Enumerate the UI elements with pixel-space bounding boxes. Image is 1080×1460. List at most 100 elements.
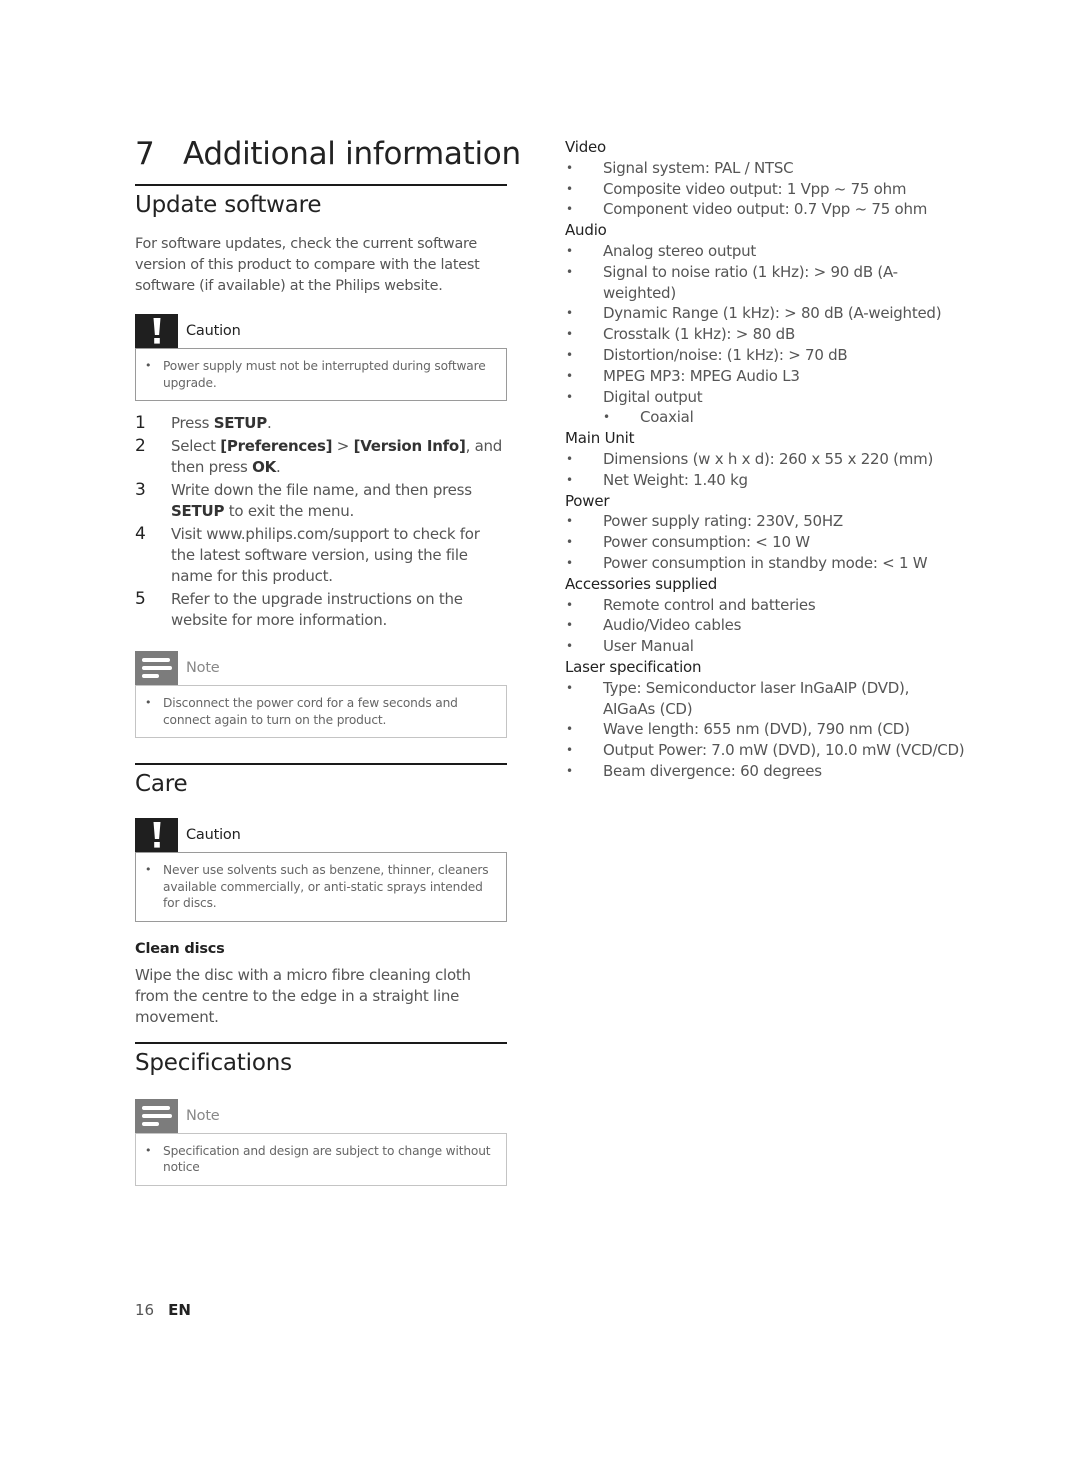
bullet-icon: •: [566, 597, 573, 612]
section-title-update-software: Update software: [135, 192, 322, 218]
note-box-update: Note • Disconnect the power cord for a f…: [135, 651, 507, 738]
spec-item-text: Component video output: 0.7 Vpp ~ 75 ohm: [603, 200, 928, 219]
bullet-icon: •: [145, 359, 152, 372]
section-title-care: Care: [135, 771, 188, 797]
spec-item: • Signal to noise ratio (1 kHz): > 90 dB …: [565, 262, 965, 304]
bullet-icon: •: [566, 618, 573, 633]
spec-item-text: Audio/Video cables: [603, 616, 742, 635]
step-keyword: [Preferences]: [220, 437, 333, 455]
spec-item: • Composite video output: 1 Vpp ~ 75 ohm: [565, 179, 965, 200]
bullet-icon: •: [566, 514, 573, 529]
spec-item-text: Beam divergence: 60 degrees: [603, 761, 822, 780]
bullet-icon: •: [566, 243, 573, 258]
spec-group-title: Video: [565, 138, 607, 156]
spec-item-text: Wave length: 655 nm (DVD), 790 nm (CD): [603, 720, 910, 739]
spec-item-text: Dynamic Range (1 kHz): > 80 dB (A-weight…: [603, 304, 942, 323]
spec-group-title: Main Unit: [565, 429, 635, 448]
step-text-part: Visit www.philips.com/support to check f…: [171, 525, 480, 585]
step-text-part: .: [276, 458, 281, 476]
spec-item-text: Power consumption in standby mode: < 1 W: [603, 553, 928, 572]
note-box-specifications: Note • Specification and design are subj…: [135, 1098, 507, 1186]
step-number: 2: [135, 436, 146, 456]
caution-label: Caution: [186, 827, 241, 843]
step-keyword: [Version Info]: [353, 437, 466, 455]
spec-group-title: Power: [565, 491, 610, 510]
section-divider: [135, 184, 507, 186]
spec-item: • MPEG MP3: MPEG Audio L3: [565, 366, 965, 387]
spec-item-text: Digital output: [603, 387, 703, 406]
step-number: 5: [135, 589, 146, 609]
spec-item-text: Analog stereo output: [603, 241, 757, 260]
spec-item: • Net Weight: 1.40 kg: [565, 470, 965, 491]
section-divider: [135, 1041, 507, 1044]
spec-item: • User Manual: [565, 636, 965, 657]
bullet-icon: •: [566, 535, 573, 550]
bullet-icon: •: [566, 763, 573, 778]
spec-item-text: Output Power: 7.0 mW (DVD), 10.0 mW (VCD…: [603, 741, 965, 760]
exclamation-icon: [135, 314, 178, 348]
step-text-part: Select: [171, 437, 221, 455]
spec-item-text: Type: Semiconductor laser InGaAIP (DVD),…: [603, 678, 910, 718]
step-text-part: >: [332, 437, 354, 455]
step-item: 5 Refer to the upgrade instructions on th…: [135, 589, 507, 631]
spec-item: • Power consumption: < 10 W: [565, 532, 965, 553]
step-keyword: SETUP: [213, 414, 267, 432]
bullet-icon: •: [566, 722, 573, 737]
step-number: 4: [135, 524, 146, 544]
spec-item: • Dynamic Range (1 kHz): > 80 dB (A-weigh…: [565, 303, 965, 324]
page-number: 16: [135, 1301, 155, 1319]
spec-item: • Audio/Video cables: [565, 615, 965, 636]
step-keyword: SETUP: [171, 502, 225, 520]
step-item: 3 Write down the file name, and then pres…: [135, 480, 507, 522]
bullet-icon: •: [566, 181, 573, 196]
note-label: Note: [186, 1107, 220, 1124]
bullet-icon: •: [566, 160, 573, 175]
bullet-icon: •: [566, 555, 573, 570]
note-text: Specification and design are subject to …: [163, 1143, 491, 1175]
bullet-icon: •: [566, 680, 573, 695]
spec-item-text: Signal system: PAL / NTSC: [603, 158, 794, 177]
note-text: Disconnect the power cord for a few seco…: [163, 696, 458, 727]
spec-item: • Wave length: 655 nm (DVD), 790 nm (CD): [565, 719, 965, 740]
bullet-icon: •: [566, 202, 573, 217]
spec-item: • Signal system: PAL / NTSC: [565, 158, 965, 179]
bullet-icon: •: [566, 306, 573, 321]
step-text: Write down the file name, and then press…: [171, 480, 507, 522]
caution-box-care: Caution • Never use solvents such as ben…: [135, 818, 507, 922]
spec-item: • Distortion/noise: (1 kHz): > 70 dB: [565, 345, 965, 366]
bullet-icon: •: [566, 743, 573, 758]
note-lines-icon: [135, 651, 178, 685]
spec-group-title: Laser specification: [565, 657, 702, 676]
spec-item-text: Crosstalk (1 kHz): > 80 dB: [603, 325, 795, 344]
spec-subitem-text: Coaxial: [640, 408, 694, 427]
page-footer: 16 EN: [135, 1301, 191, 1319]
caution-box-update: Caution • Power supply must not be inter…: [135, 314, 507, 401]
step-text-part: .: [266, 414, 272, 432]
bullet-icon: •: [145, 1143, 152, 1157]
spec-item: • Remote control and batteries: [565, 595, 965, 616]
spec-item: • Output Power: 7.0 mW (DVD), 10.0 mW (VC…: [565, 740, 965, 761]
bullet-icon: •: [566, 368, 573, 383]
step-number: 3: [135, 480, 146, 500]
bullet-icon: •: [566, 639, 573, 654]
update-steps-list: 1 Press SETUP. 2 Select [Preferences] > [Ve…: [135, 413, 507, 631]
spec-item-text: Composite video output: 1 Vpp ~ 75 ohm: [603, 179, 907, 198]
step-text: Select [Preferences] > [Version Info], a…: [171, 436, 507, 478]
spec-item: • Analog stereo output: [565, 241, 965, 262]
spec-item: • Power consumption in standby mode: < 1 …: [565, 553, 965, 574]
section-divider: [135, 763, 507, 765]
note-lines-icon: [135, 1098, 178, 1133]
section-title-specifications: Specifications: [135, 1049, 292, 1076]
caution-text: Power supply must not be interrupted dur…: [163, 359, 486, 390]
spec-item: • Digital output: [565, 387, 965, 408]
spec-item-text: Dimensions (w x h x d): 260 x 55 x 220 (…: [603, 449, 934, 468]
spec-item-text: MPEG MP3: MPEG Audio L3: [603, 366, 800, 385]
chapter-title: 7 Additional information: [135, 132, 521, 176]
spec-group-title: Audio: [565, 221, 607, 240]
exclamation-icon: [135, 818, 178, 852]
chapter-number: 7: [135, 136, 155, 172]
spec-item-text: Signal to noise ratio (1 kHz): > 90 dB (…: [603, 262, 898, 302]
spec-item: • Crosstalk (1 kHz): > 80 dB: [565, 324, 965, 345]
step-text: Visit www.philips.com/support to check f…: [171, 524, 507, 587]
bullet-icon: •: [566, 347, 573, 362]
